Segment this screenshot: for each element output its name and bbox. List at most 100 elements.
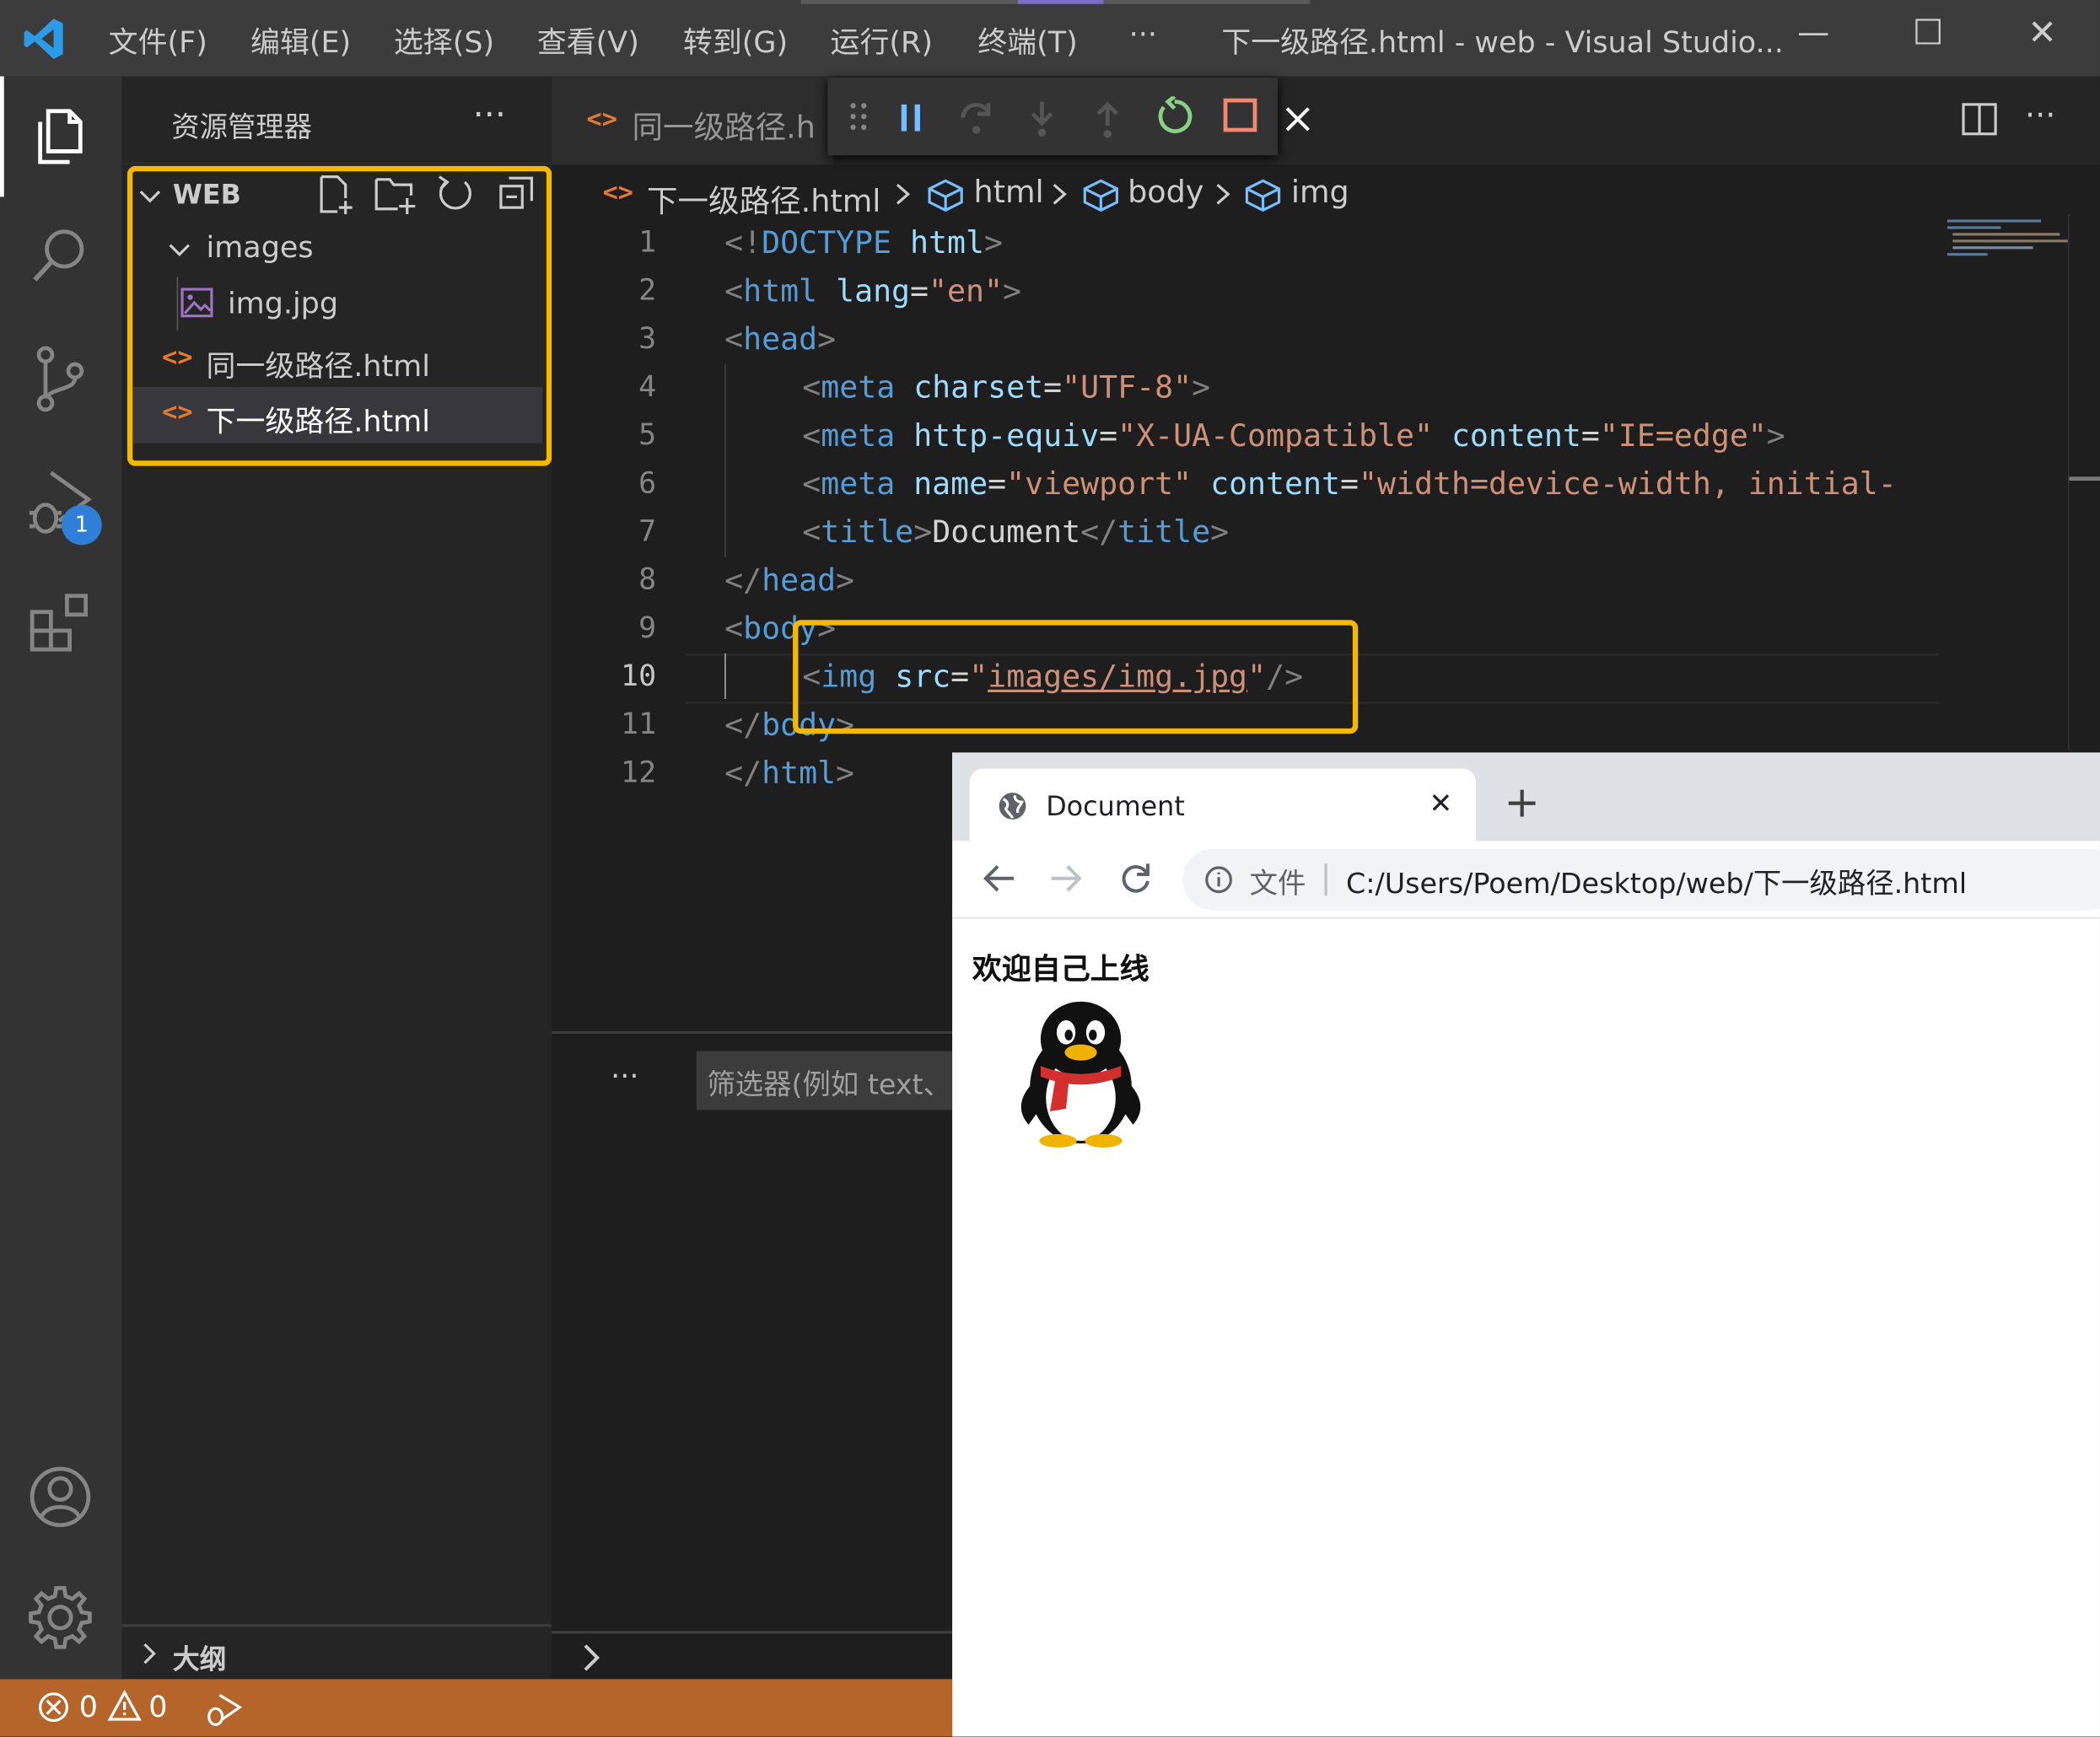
breadcrumb: <> 下一级路径.html html body img — [552, 164, 2100, 223]
divider — [121, 1624, 552, 1627]
line-number: 12 — [621, 756, 657, 790]
explorer-more-button[interactable]: ··· — [473, 95, 506, 136]
url-scheme-label: 文件 — [1249, 868, 1306, 901]
restart-icon[interactable] — [1155, 96, 1195, 137]
menu-view[interactable]: 查看(V) — [537, 19, 639, 62]
minimap-line — [1952, 233, 2060, 236]
warning-icon — [107, 1690, 142, 1721]
maximize-button[interactable]: ☐ — [1913, 13, 1944, 54]
vscode-logo-icon — [24, 19, 63, 59]
search-icon[interactable] — [30, 223, 91, 285]
filter-input[interactable]: 筛选器(例如 text、 — [696, 1051, 953, 1110]
line-number: 8 — [638, 563, 657, 598]
line-number-active: 10 — [621, 659, 657, 694]
code-line-2: <html lang="en"> — [724, 274, 1022, 309]
minimize-button[interactable]: — — [1797, 13, 1829, 51]
pause-icon[interactable] — [897, 102, 924, 134]
active-indicator — [0, 76, 4, 197]
chevron-right-icon — [1053, 183, 1067, 205]
globe-icon — [999, 793, 1026, 820]
menu-file[interactable]: 文件(F) — [109, 19, 207, 62]
menu-go[interactable]: 转到(G) — [683, 19, 788, 62]
html-file-icon: <> — [586, 104, 617, 134]
url-text[interactable]: C:/Users/Poem/Desktop/web/下一级路径.html — [1346, 863, 1967, 903]
html-file-icon: <> — [602, 178, 633, 208]
menu-edit[interactable]: 编辑(E) — [250, 19, 351, 62]
back-arrow-icon[interactable] — [982, 863, 1016, 895]
code-line-5: <meta http-equiv="X-UA-Compatible" conte… — [802, 419, 1785, 454]
browser-tab-title: Document — [1046, 789, 1185, 823]
address-bar[interactable]: 文件 C:/Users/Poem/Desktop/web/下一级路径.html — [1182, 848, 2100, 911]
chevron-right-icon — [896, 183, 911, 205]
step-over-icon[interactable] — [959, 99, 993, 137]
debug-run-icon[interactable] — [203, 1690, 244, 1727]
explorer-icon[interactable] — [30, 105, 91, 167]
minimap-line — [1952, 246, 2033, 250]
code-line-1: <!DOCTYPE html> — [724, 226, 1004, 261]
warning-count[interactable]: 0 — [148, 1691, 167, 1725]
panel-more-button[interactable]: ··· — [611, 1061, 638, 1094]
code-line-7: <title>Document</title> — [802, 515, 1230, 551]
progress-indicator — [1017, 0, 1104, 4]
breadcrumb-file[interactable]: 下一级路径.html — [647, 175, 880, 221]
editor-tab[interactable]: <> 同一级路径.h — [552, 76, 833, 165]
breadcrumb-body[interactable]: body — [1128, 175, 1203, 210]
extensions-icon[interactable] — [27, 590, 94, 657]
line-number: 9 — [638, 611, 657, 646]
line-number: 5 — [638, 419, 657, 453]
info-icon[interactable] — [1204, 865, 1234, 895]
window-title: 下一级路径.html - web - Visual Studio... — [1221, 26, 1784, 61]
split-editor-icon[interactable] — [1961, 102, 1998, 137]
browser-tab-close[interactable]: ✕ — [1429, 788, 1452, 820]
menu-run[interactable]: 运行(R) — [831, 19, 933, 62]
outline-section[interactable]: 大纲 — [173, 1638, 227, 1676]
menu-terminal[interactable]: 终端(T) — [977, 19, 1077, 62]
debug-toolbar — [827, 78, 1278, 156]
divider — [552, 1631, 953, 1634]
step-into-icon[interactable] — [1026, 99, 1058, 140]
menu-selection[interactable]: 选择(S) — [394, 19, 494, 62]
browser-tab[interactable]: Document ✕ — [969, 768, 1476, 842]
code-line-6: <meta name="viewport" content="width=dev… — [802, 467, 1897, 503]
step-out-icon[interactable] — [1091, 99, 1123, 140]
close-window-button[interactable]: ✕ — [2027, 13, 2057, 54]
page-image: 欢迎自己上线 — [969, 934, 1190, 1154]
line-number: 6 — [638, 467, 657, 501]
minimap-line — [1952, 239, 2068, 243]
explorer-title: 资源管理器 — [171, 110, 313, 143]
reload-icon[interactable] — [1118, 861, 1153, 895]
breadcrumb-html[interactable]: html — [973, 175, 1043, 210]
new-tab-button[interactable]: + — [1504, 777, 1540, 827]
filter-placeholder: 筛选器(例如 text、 — [707, 1068, 952, 1101]
line-number: 4 — [638, 370, 657, 405]
drag-handle-icon[interactable] — [849, 102, 868, 132]
chevron-right-icon[interactable] — [579, 1642, 606, 1674]
minimap-line — [1947, 226, 2001, 229]
screen: 文件(F) 编辑(E) 选择(S) 查看(V) 转到(G) 运行(R) 终端(T… — [0, 0, 2100, 1737]
stop-icon[interactable] — [1221, 96, 1258, 133]
activity-bar: 1 — [0, 76, 122, 1680]
image-caption: 欢迎自己上线 — [972, 953, 1150, 987]
source-control-icon[interactable] — [30, 344, 91, 414]
account-icon[interactable] — [27, 1464, 94, 1530]
divider — [952, 917, 2100, 919]
divider — [121, 162, 552, 165]
breadcrumb-img[interactable]: img — [1291, 175, 1349, 210]
status-bar: 0 0 — [0, 1679, 953, 1737]
panel-divider — [552, 1030, 953, 1034]
editor-more-button[interactable]: ··· — [2025, 96, 2055, 133]
element-cube-icon — [1083, 179, 1118, 212]
minimap-line — [1947, 253, 1988, 256]
chevron-right-icon[interactable] — [137, 1640, 164, 1667]
vertical-scrollbar[interactable] — [2067, 214, 2100, 750]
browser-window: Document ✕ + 文件 C:/Users/Poem/Desktop/we… — [952, 752, 2100, 1737]
chevron-right-icon — [1216, 183, 1230, 205]
settings-gear-icon[interactable] — [27, 1584, 94, 1651]
error-count[interactable]: 0 — [79, 1691, 98, 1725]
element-cube-icon — [928, 179, 963, 212]
penguin-illustration — [1020, 1001, 1141, 1148]
minimap[interactable] — [1939, 214, 2068, 750]
menu-more[interactable]: ··· — [1129, 19, 1157, 52]
close-tab-icon[interactable] — [1283, 105, 1312, 134]
forward-arrow-icon[interactable] — [1048, 863, 1083, 895]
